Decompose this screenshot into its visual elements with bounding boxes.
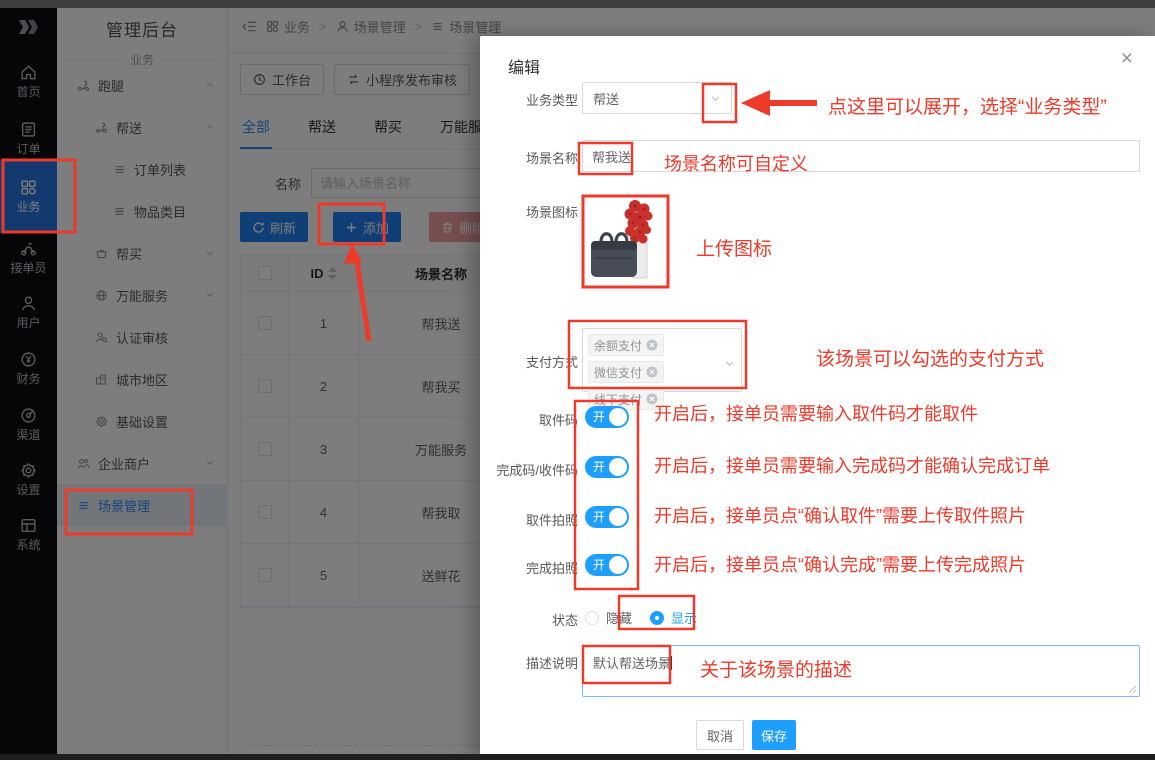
tag-label: 微信支付	[594, 364, 642, 381]
radio-label: 显示	[671, 608, 697, 627]
status-label: 状态	[480, 610, 578, 629]
toggle-on-label: 开	[593, 558, 605, 572]
tag-close-icon[interactable]	[646, 393, 658, 405]
radio-icon[interactable]	[585, 611, 599, 625]
radio-label: 隐藏	[606, 608, 632, 627]
toggle-knob	[609, 556, 627, 574]
resize-handle-icon[interactable]	[1127, 684, 1137, 694]
finish-code-toggle[interactable]: 开	[585, 456, 629, 478]
scene-icon-image	[585, 198, 664, 284]
payment-tag-balance: 余额支付	[588, 334, 664, 356]
toggle-on-label: 开	[593, 460, 605, 474]
tag-label: 线下支付	[594, 391, 642, 408]
finish-photo-toggle[interactable]: 开	[585, 554, 629, 576]
status-radio-hidden[interactable]: 隐藏	[585, 608, 632, 627]
scene-name-input[interactable]	[582, 140, 1140, 172]
text-cursor	[671, 656, 672, 670]
cancel-button[interactable]: 取消	[696, 720, 744, 750]
description-textarea[interactable]: 默认帮送场景	[582, 645, 1140, 697]
description-value: 默认帮送场景	[593, 656, 671, 671]
pickup-photo-toggle[interactable]: 开	[585, 506, 629, 528]
scene-name-label: 场景名称	[480, 148, 578, 167]
window-bottom-strip	[0, 754, 1155, 760]
business-type-value: 帮送	[593, 89, 619, 108]
tag-close-icon[interactable]	[646, 339, 658, 351]
pickup-photo-label: 取件拍照	[480, 510, 578, 529]
pickup-code-toggle[interactable]: 开	[585, 406, 629, 428]
edit-dialog: 编辑 × 业务类型 帮送 场景名称 场景图标	[480, 36, 1155, 760]
tag-close-icon[interactable]	[646, 366, 658, 378]
tag-label: 余额支付	[594, 337, 642, 354]
scene-icon-upload[interactable]	[585, 198, 664, 284]
finish-photo-label: 完成拍照	[480, 558, 578, 577]
chevron-down-icon	[709, 92, 722, 105]
pickup-code-label: 取件码	[480, 410, 578, 429]
scene-icon-label: 场景图标	[480, 202, 578, 221]
toggle-knob	[609, 408, 627, 426]
dialog-title: 编辑	[508, 54, 540, 78]
finish-code-label: 完成码/收件码	[480, 460, 578, 479]
description-label: 描述说明	[480, 653, 578, 672]
payment-method-select[interactable]: 余额支付 微信支付 线下支付	[582, 328, 742, 392]
toggle-knob	[609, 508, 627, 526]
modal-overlay-mask	[0, 0, 480, 760]
toggle-on-label: 开	[593, 410, 605, 424]
toggle-knob	[609, 458, 627, 476]
business-type-label: 业务类型	[480, 90, 578, 109]
screen: 业务 > 场景管理 > 场景管理 工作台 小程序发布审核	[0, 0, 1155, 760]
business-type-select[interactable]: 帮送	[582, 82, 732, 114]
close-icon[interactable]: ×	[1121, 48, 1133, 69]
toggle-on-label: 开	[593, 510, 605, 524]
chevron-down-icon	[723, 357, 736, 370]
save-button[interactable]: 保存	[752, 720, 796, 750]
payment-tag-wechat: 微信支付	[588, 361, 664, 383]
window-top-strip	[0, 0, 1155, 8]
payment-method-label: 支付方式	[480, 352, 578, 371]
status-radio-visible[interactable]: 显示	[650, 608, 697, 627]
radio-selected-icon[interactable]	[650, 611, 664, 625]
